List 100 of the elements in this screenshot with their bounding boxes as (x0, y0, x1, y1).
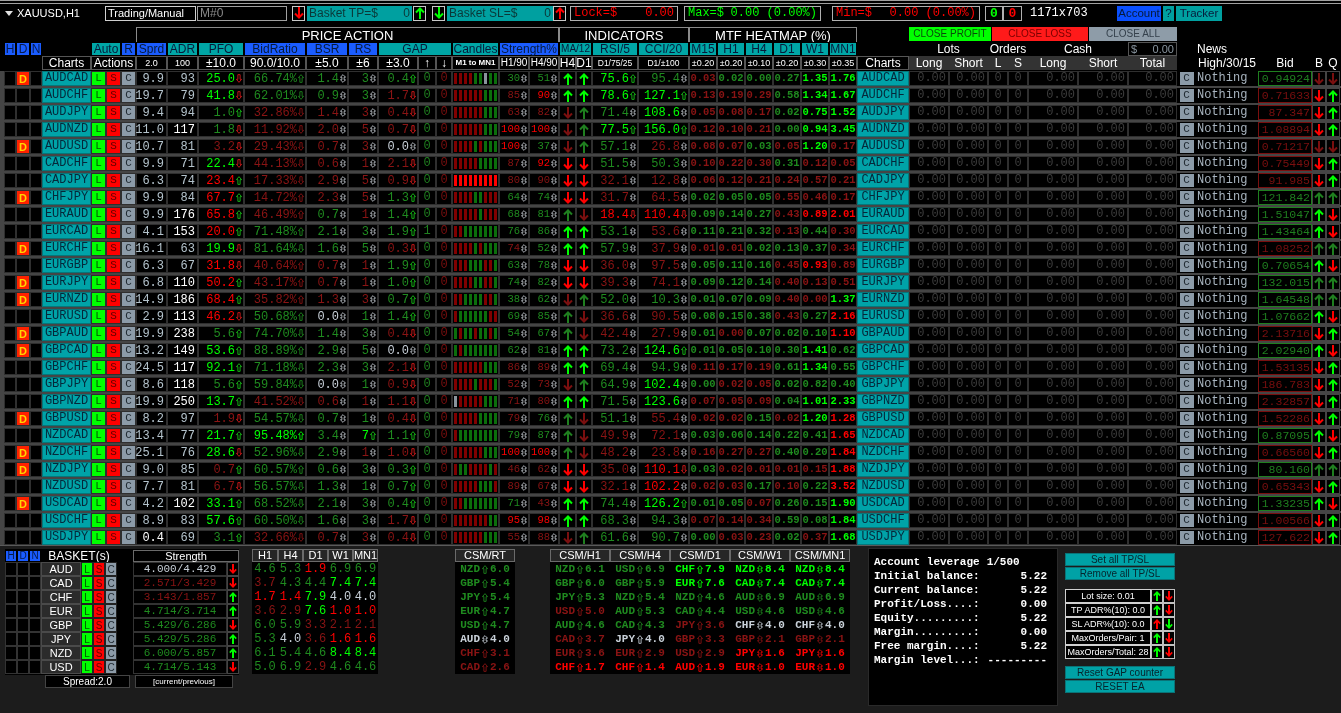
s-button[interactable]: S (106, 326, 121, 341)
c-button[interactable]: C (121, 173, 136, 188)
s-button[interactable]: S (106, 122, 121, 137)
toggle-box[interactable] (4, 292, 16, 307)
l-button[interactable]: L (91, 360, 106, 375)
pair-button[interactable]: AUDCAD (42, 71, 91, 86)
c-button[interactable]: C (1179, 361, 1194, 374)
setting-field[interactable]: MaxOrders/Pair: 1 (1065, 631, 1151, 645)
s-button[interactable]: S (106, 224, 121, 239)
pair-button[interactable]: CADJPY (857, 173, 909, 188)
toggle-box[interactable] (5, 660, 17, 674)
toggle-box[interactable] (5, 576, 17, 590)
d-flag[interactable]: D (16, 292, 30, 307)
pair-button[interactable]: GBPCHF (857, 360, 909, 375)
d-flag[interactable]: D (16, 241, 30, 256)
toggle-button[interactable]: N (29, 549, 41, 562)
toggle-box[interactable] (30, 241, 42, 256)
s-button[interactable]: S (106, 258, 121, 273)
toolbar-button[interactable]: ? (1163, 5, 1174, 21)
c-button[interactable]: C (105, 576, 117, 590)
pair-button[interactable]: EURCAD (42, 224, 91, 239)
d-flag[interactable]: D (16, 275, 30, 290)
toggle-box[interactable] (16, 122, 30, 137)
s-button[interactable]: S (106, 105, 121, 120)
toggle-box[interactable] (16, 88, 30, 103)
c-button[interactable]: C (121, 428, 136, 443)
setting-field[interactable]: Lot size: 0.01 (1065, 589, 1151, 603)
toggle-box[interactable] (30, 479, 42, 494)
c-button[interactable]: C (1179, 106, 1194, 119)
l-button[interactable]: L (91, 105, 106, 120)
pair-button[interactable]: EURCHF (857, 241, 909, 256)
setting-field[interactable]: TP ADR%(10): 0.0 (1065, 603, 1151, 617)
toggle-box[interactable] (29, 646, 41, 660)
pair-button[interactable]: AUDCHF (42, 88, 91, 103)
d-flag[interactable]: D (16, 462, 30, 477)
toggle-box[interactable] (17, 590, 29, 604)
action-button[interactable]: RESET EA (1065, 680, 1175, 693)
toggle-box[interactable] (30, 377, 42, 392)
s-button[interactable]: S (106, 156, 121, 171)
toggle-box[interactable] (30, 224, 42, 239)
action-button[interactable]: Set all TP/SL (1065, 553, 1175, 566)
toggle-box[interactable] (29, 618, 41, 632)
l-button[interactable]: L (91, 496, 106, 511)
toggle-box[interactable] (30, 88, 42, 103)
c-button[interactable]: C (121, 207, 136, 222)
toggle-box[interactable] (30, 513, 42, 528)
pair-button[interactable]: NZDCAD (857, 428, 909, 443)
c-button[interactable]: C (121, 360, 136, 375)
c-button[interactable]: C (1179, 344, 1194, 357)
c-button[interactable]: C (1179, 191, 1194, 204)
c-button[interactable]: C (121, 462, 136, 477)
l-button[interactable]: L (91, 326, 106, 341)
pair-button[interactable]: AUDNZD (42, 122, 91, 137)
s-button[interactable]: S (93, 590, 105, 604)
pair-button[interactable]: GBPJPY (857, 377, 909, 392)
s-button[interactable]: S (106, 241, 121, 256)
d-flag[interactable]: D (16, 343, 30, 358)
pair-button[interactable]: EURJPY (857, 275, 909, 290)
c-button[interactable]: C (121, 224, 136, 239)
c-button[interactable]: C (1179, 446, 1194, 459)
l-button[interactable]: L (81, 646, 93, 660)
c-button[interactable]: C (1179, 259, 1194, 272)
pair-button[interactable]: AUDNZD (857, 122, 909, 137)
toggle-box[interactable] (4, 326, 16, 341)
toggle-button[interactable]: N (30, 42, 42, 56)
toggle-box[interactable] (4, 496, 16, 511)
pair-button[interactable]: EURNZD (42, 292, 91, 307)
pair-button[interactable]: EURCAD (857, 224, 909, 239)
pair-button[interactable]: EURUSD (857, 309, 909, 324)
pair-button[interactable]: EURCHF (42, 241, 91, 256)
c-button[interactable]: C (1179, 225, 1194, 238)
l-button[interactable]: L (81, 618, 93, 632)
c-button[interactable]: C (121, 190, 136, 205)
toggle-box[interactable] (4, 224, 16, 239)
pair-button[interactable]: AUDJPY (42, 105, 91, 120)
s-button[interactable]: S (106, 309, 121, 324)
toggle-box[interactable] (5, 562, 17, 576)
toggle-box[interactable] (16, 173, 30, 188)
c-button[interactable]: C (121, 479, 136, 494)
c-button[interactable]: C (121, 292, 136, 307)
toggle-box[interactable] (4, 445, 16, 460)
toggle-box[interactable] (30, 462, 42, 477)
s-button[interactable]: S (93, 632, 105, 646)
pair-button[interactable]: NZDJPY (42, 462, 91, 477)
toggle-box[interactable] (30, 326, 42, 341)
magic-number-field[interactable]: M#0 (197, 5, 287, 21)
toolbar-button[interactable]: Tracker (1176, 5, 1222, 21)
c-button[interactable]: C (121, 445, 136, 460)
pair-button[interactable]: GBPAUD (857, 326, 909, 341)
close-orders-button[interactable]: CLOSE LOSS (992, 27, 1088, 41)
d-flag[interactable]: D (16, 71, 30, 86)
l-button[interactable]: L (91, 377, 106, 392)
l-button[interactable]: L (81, 562, 93, 576)
s-button[interactable]: S (106, 207, 121, 222)
toggle-box[interactable] (17, 632, 29, 646)
s-button[interactable]: S (106, 462, 121, 477)
toggle-button[interactable]: D (17, 549, 29, 562)
s-button[interactable]: S (106, 139, 121, 154)
toggle-box[interactable] (4, 88, 16, 103)
s-button[interactable]: S (106, 513, 121, 528)
